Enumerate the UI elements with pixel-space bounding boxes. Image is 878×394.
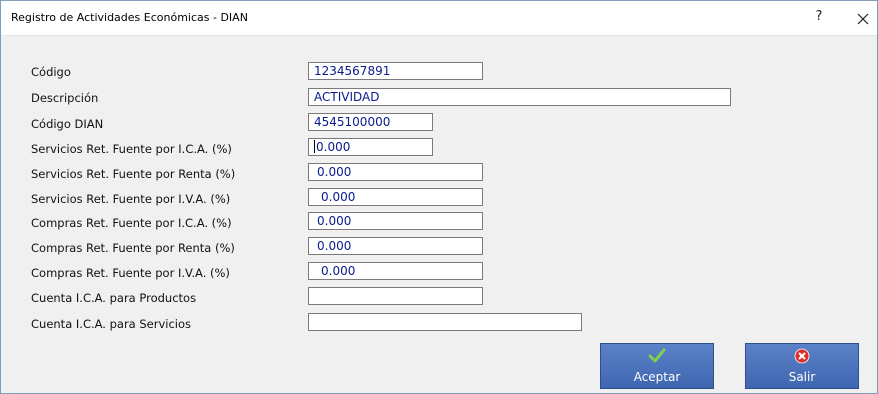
label-cuenta-ica-servicios: Cuenta I.C.A. para Servicios [31, 317, 192, 331]
checkmark-icon [601, 348, 713, 366]
dialog-window: Registro de Actividades Económicas - DIA… [0, 0, 878, 394]
servicios-ret-iva-field[interactable]: 0.000 [308, 188, 483, 206]
label-codigo-dian: Código DIAN [31, 117, 104, 131]
text-cursor [314, 140, 315, 153]
cuenta-ica-servicios-field[interactable] [308, 313, 582, 331]
codigo-dian-field[interactable]: 4545100000 [308, 113, 433, 131]
compras-ret-ica-field[interactable]: 0.000 [308, 212, 483, 230]
compras-ret-iva-field[interactable]: 0.000 [308, 262, 483, 280]
label-compras-ret-renta: Compras Ret. Fuente por Renta (%) [31, 241, 235, 255]
label-servicios-ret-renta: Servicios Ret. Fuente por Renta (%) [31, 167, 236, 181]
accept-button[interactable]: Aceptar [600, 343, 714, 389]
label-cuenta-ica-productos: Cuenta I.C.A. para Productos [31, 291, 197, 305]
cuenta-ica-productos-field[interactable] [308, 287, 483, 305]
accept-button-label: Aceptar [633, 370, 681, 384]
servicios-ret-ica-value: 0.000 [316, 140, 351, 154]
servicios-ret-renta-field[interactable]: 0.000 [308, 163, 483, 181]
window-title: Registro de Actividades Económicas - DIA… [11, 11, 248, 24]
help-button[interactable]: ? [807, 6, 831, 28]
descripcion-field[interactable]: ACTIVIDAD [308, 88, 731, 106]
exit-button-label: Salir [788, 370, 816, 384]
label-servicios-ret-iva: Servicios Ret. Fuente por I.V.A. (%) [31, 192, 231, 206]
label-codigo: Código [31, 65, 71, 79]
label-compras-ret-ica: Compras Ret. Fuente por I.C.A. (%) [31, 216, 232, 230]
servicios-ret-ica-field[interactable]: 0.000 [308, 138, 433, 156]
exit-x-icon [746, 348, 858, 366]
codigo-field[interactable]: 1234567891 [308, 62, 483, 80]
label-descripcion: Descripción [31, 91, 99, 105]
close-button[interactable] [851, 6, 875, 30]
close-icon [857, 13, 869, 25]
label-servicios-ret-ica: Servicios Ret. Fuente por I.C.A. (%) [31, 142, 232, 156]
label-compras-ret-iva: Compras Ret. Fuente por I.V.A. (%) [31, 266, 230, 280]
title-bar: Registro de Actividades Económicas - DIA… [1, 1, 877, 36]
compras-ret-renta-field[interactable]: 0.000 [308, 237, 483, 255]
exit-button[interactable]: Salir [745, 343, 859, 389]
